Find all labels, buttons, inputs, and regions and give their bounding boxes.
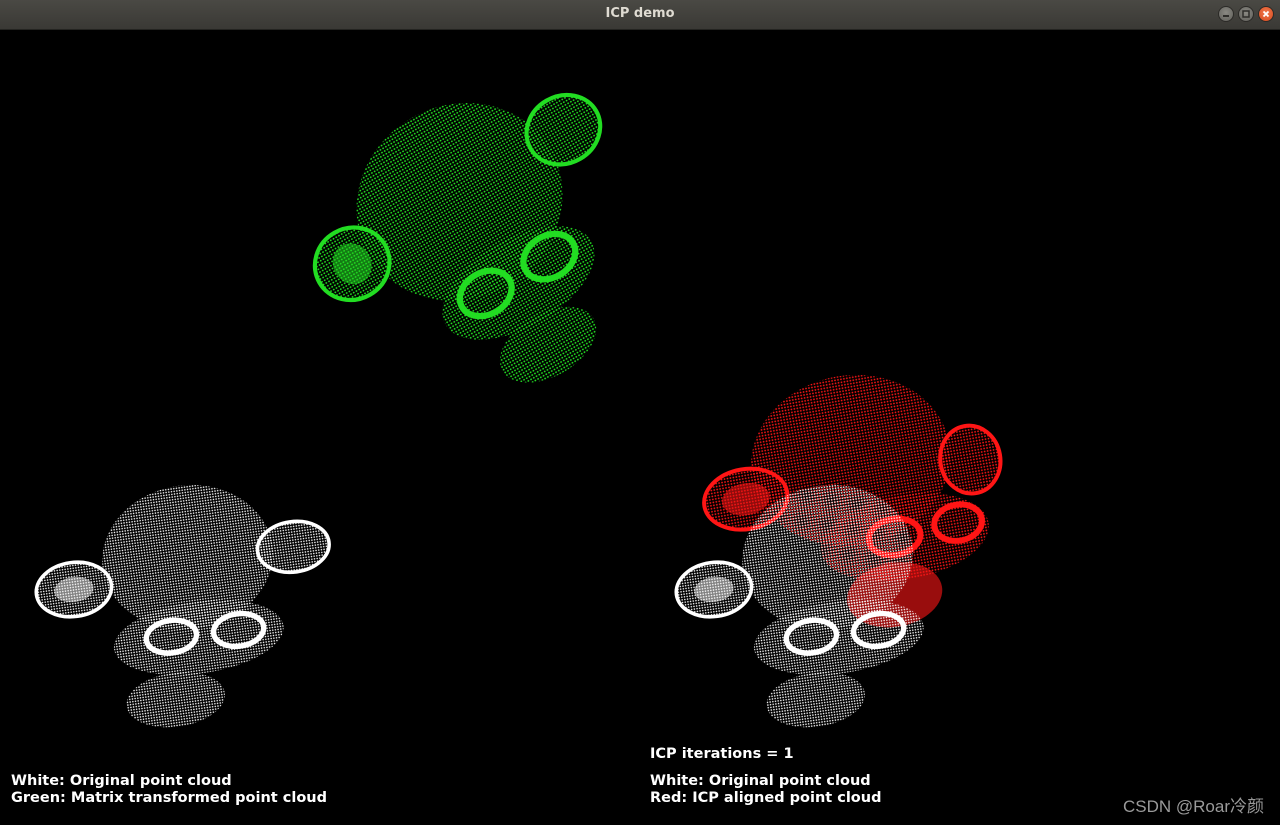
maximize-button[interactable] [1238, 6, 1254, 22]
white-original-point-cloud-right [674, 484, 924, 728]
point-cloud-scene [34, 92, 1003, 728]
green-transformed-point-cloud [312, 92, 603, 383]
icp-iterations-label: ICP iterations = 1 [650, 746, 794, 762]
app-window: ICP demo White: Original point cloud Gre… [0, 0, 1280, 825]
minimize-button[interactable] [1218, 6, 1234, 22]
watermark: CSDN @Roar冷颜 [1123, 797, 1264, 816]
maximize-icon [1242, 10, 1250, 18]
close-button[interactable] [1258, 6, 1274, 22]
window-title: ICP demo [605, 6, 675, 21]
white-original-point-cloud-left [34, 484, 331, 728]
right-legend-red: Red: ICP aligned point cloud [650, 790, 882, 806]
minimize-icon [1223, 15, 1229, 17]
left-legend-white: White: Original point cloud [11, 773, 232, 789]
left-legend-green: Green: Matrix transformed point cloud [11, 790, 328, 806]
title-bar[interactable]: ICP demo [0, 0, 1280, 30]
render-viewport[interactable]: White: Original point cloud Green: Matri… [0, 30, 1280, 825]
close-icon [1262, 10, 1270, 18]
right-legend-white: White: Original point cloud [650, 773, 871, 789]
